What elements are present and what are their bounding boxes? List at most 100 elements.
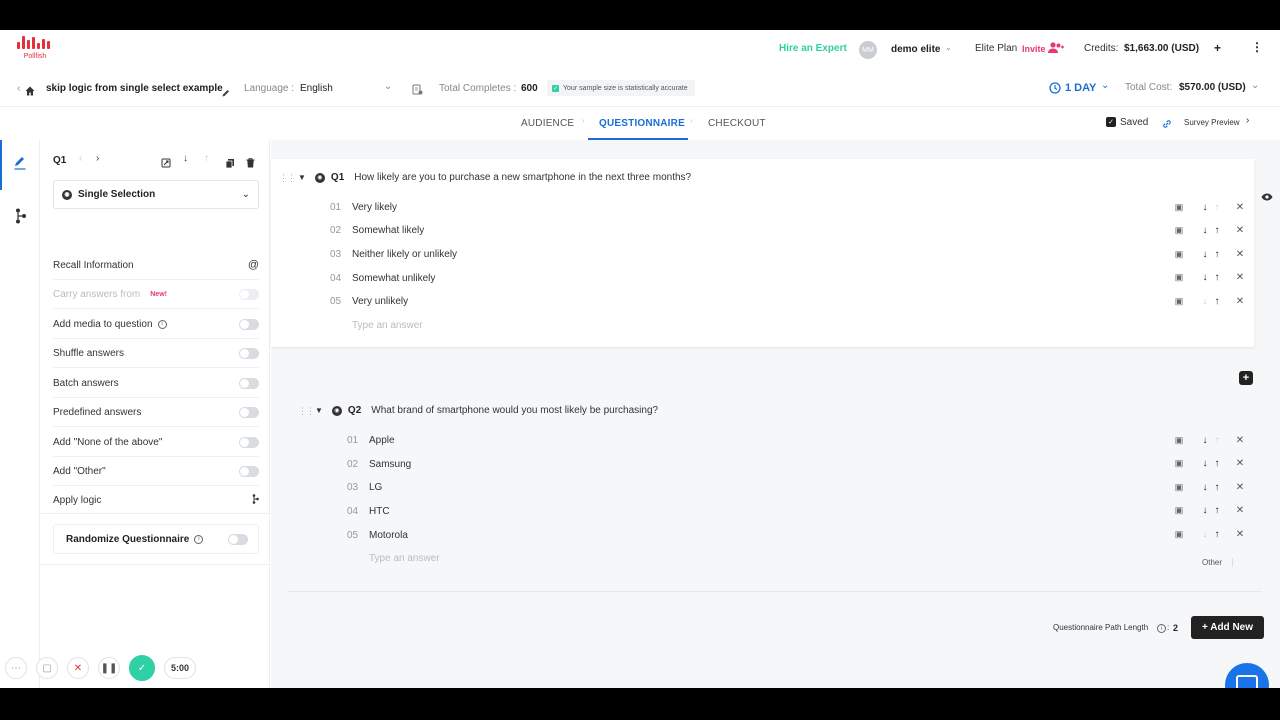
drag-handle-icon[interactable]: ⋮⋮: [279, 173, 296, 184]
link-icon[interactable]: [1162, 116, 1172, 134]
more-menu-button[interactable]: ⋮: [1251, 40, 1263, 54]
finish-recording-icon[interactable]: ✓: [129, 655, 155, 681]
language-chevron-icon[interactable]: ⌄: [384, 81, 392, 92]
answer-row[interactable]: 01 Very likely: [330, 197, 397, 217]
randomize-toggle[interactable]: [228, 533, 248, 545]
answer-input[interactable]: Type an answer: [369, 548, 440, 568]
camera-off-icon[interactable]: ▢: [36, 657, 58, 679]
answer-text[interactable]: Somewhat likely: [352, 225, 424, 236]
more-options-icon[interactable]: ⋯: [5, 657, 27, 679]
remove-answer-icon[interactable]: ✕: [1234, 458, 1246, 469]
survey-preview-link[interactable]: Survey Preview: [1184, 118, 1240, 127]
move-down-icon[interactable]: ↓: [1199, 505, 1211, 516]
add-media-toggle[interactable]: [239, 318, 259, 330]
answer-text[interactable]: Neither likely or unlikely: [352, 249, 457, 260]
edit-title-pencil-icon[interactable]: [222, 84, 230, 102]
move-down-icon[interactable]: ↓: [1199, 458, 1211, 469]
avatar[interactable]: MM: [859, 41, 877, 59]
image-icon[interactable]: ▣: [1173, 435, 1185, 446]
user-name[interactable]: demo elite: [891, 44, 940, 55]
answer-text[interactable]: HTC: [369, 506, 390, 517]
remove-answer-icon[interactable]: ✕: [1234, 435, 1246, 446]
edit-pencil-icon[interactable]: [14, 156, 26, 175]
question-card-q1[interactable]: ⋮⋮ ▼ ◉ Q1 How likely are you to purchase…: [271, 159, 1254, 347]
tab-checkout[interactable]: CHECKOUT: [708, 118, 766, 129]
info-icon[interactable]: i: [1157, 624, 1166, 633]
info-icon[interactable]: i: [194, 534, 204, 544]
move-down-icon[interactable]: ↓: [1199, 225, 1211, 236]
move-up-icon[interactable]: ↑: [1211, 529, 1223, 540]
cancel-recording-icon[interactable]: ✕: [67, 657, 89, 679]
remove-answer-icon[interactable]: ✕: [1234, 272, 1246, 283]
move-up-icon[interactable]: ↑: [1211, 482, 1223, 493]
next-question-arrow-icon[interactable]: ›: [96, 153, 99, 164]
move-up-icon[interactable]: ↑: [1211, 296, 1223, 307]
collapse-caret-icon[interactable]: ▼: [298, 173, 306, 182]
image-icon[interactable]: ▣: [1173, 272, 1185, 283]
answer-text[interactable]: Somewhat unlikely: [352, 273, 435, 284]
answer-text[interactable]: Very unlikely: [352, 296, 408, 307]
image-icon[interactable]: ▣: [1173, 225, 1185, 236]
answer-text[interactable]: Apple: [369, 435, 395, 446]
image-icon[interactable]: ▣: [1173, 482, 1185, 493]
eye-preview-icon[interactable]: [1261, 188, 1273, 206]
question-title[interactable]: ▼ ◉ Q1 How likely are you to purchase a …: [298, 172, 691, 183]
duration-select[interactable]: 1 DAY: [1065, 82, 1096, 94]
move-down-icon[interactable]: ↓: [1199, 296, 1211, 307]
info-icon[interactable]: i: [157, 319, 167, 329]
question-type-select[interactable]: ◉ Single Selection ⌄: [53, 180, 259, 209]
move-up-icon[interactable]: ↑: [1211, 225, 1223, 236]
logic-tree-icon[interactable]: [252, 494, 259, 507]
add-new-question-button[interactable]: + Add New: [1191, 616, 1264, 639]
move-down-icon[interactable]: ↓: [1199, 249, 1211, 260]
question-text[interactable]: How likely are you to purchase a new sma…: [354, 172, 691, 183]
question-text[interactable]: What brand of smartphone would you most …: [371, 405, 658, 416]
remove-answer-icon[interactable]: ✕: [1234, 482, 1246, 493]
remove-answer-icon[interactable]: ✕: [1234, 202, 1246, 213]
move-up-icon[interactable]: ↑: [1211, 249, 1223, 260]
answer-row[interactable]: 02 Samsung: [347, 454, 411, 474]
move-down-icon[interactable]: ↓: [183, 153, 188, 164]
image-icon[interactable]: ▣: [1173, 458, 1185, 469]
invite-link[interactable]: Invite: [1022, 44, 1046, 54]
answer-row[interactable]: 03 LG: [347, 477, 382, 497]
completes-value[interactable]: 600: [521, 83, 538, 94]
collapse-caret-icon[interactable]: ▼: [315, 406, 323, 415]
back-chevron-icon[interactable]: ‹: [17, 83, 20, 94]
survey-title[interactable]: skip logic from single select example: [46, 83, 223, 94]
chat-support-button[interactable]: [1225, 663, 1269, 688]
home-icon[interactable]: [25, 83, 35, 101]
answer-row[interactable]: 05 Very unlikely: [330, 291, 408, 311]
answer-text[interactable]: Very likely: [352, 202, 397, 213]
hire-expert-link[interactable]: Hire an Expert: [779, 43, 847, 54]
language-select[interactable]: English: [300, 83, 333, 94]
add-credits-button[interactable]: +: [1214, 41, 1221, 55]
recall-information-row[interactable]: Recall Information @: [53, 251, 259, 280]
answer-row[interactable]: 04 Somewhat unlikely: [330, 268, 435, 288]
remove-answer-icon[interactable]: ✕: [1234, 249, 1246, 260]
copy-icon[interactable]: [225, 155, 235, 173]
move-up-icon[interactable]: ↑: [1211, 272, 1223, 283]
image-icon[interactable]: ▣: [1173, 529, 1185, 540]
move-down-icon[interactable]: ↓: [1199, 435, 1211, 446]
remove-answer-icon[interactable]: ✕: [1234, 296, 1246, 307]
move-up-icon[interactable]: ↑: [1211, 505, 1223, 516]
remove-answer-icon[interactable]: ✕: [1234, 505, 1246, 516]
remove-answer-icon[interactable]: ✕: [1234, 529, 1246, 540]
move-down-icon[interactable]: ↓: [1199, 482, 1211, 493]
recall-at-icon[interactable]: @: [248, 259, 259, 271]
duration-chevron-icon[interactable]: ⌄: [1101, 80, 1109, 91]
answer-text[interactable]: Samsung: [369, 459, 411, 470]
move-up-icon[interactable]: ↑: [204, 153, 209, 164]
apply-logic-row[interactable]: Apply logic: [53, 486, 259, 515]
drag-handle-icon[interactable]: ⋮⋮: [298, 406, 315, 417]
brand-logo[interactable]: Pollfish: [17, 36, 53, 64]
image-icon[interactable]: ▣: [1173, 249, 1185, 260]
pause-icon[interactable]: ❚❚: [98, 657, 120, 679]
remove-answer-icon[interactable]: ✕: [1234, 225, 1246, 236]
user-menu-chevron-icon[interactable]: ⌄: [945, 43, 952, 52]
image-icon[interactable]: ▣: [1173, 296, 1185, 307]
add-question-between-button[interactable]: +: [1239, 371, 1253, 385]
other-option-chip[interactable]: Other: [1202, 558, 1234, 567]
move-up-icon[interactable]: ↑: [1211, 458, 1223, 469]
